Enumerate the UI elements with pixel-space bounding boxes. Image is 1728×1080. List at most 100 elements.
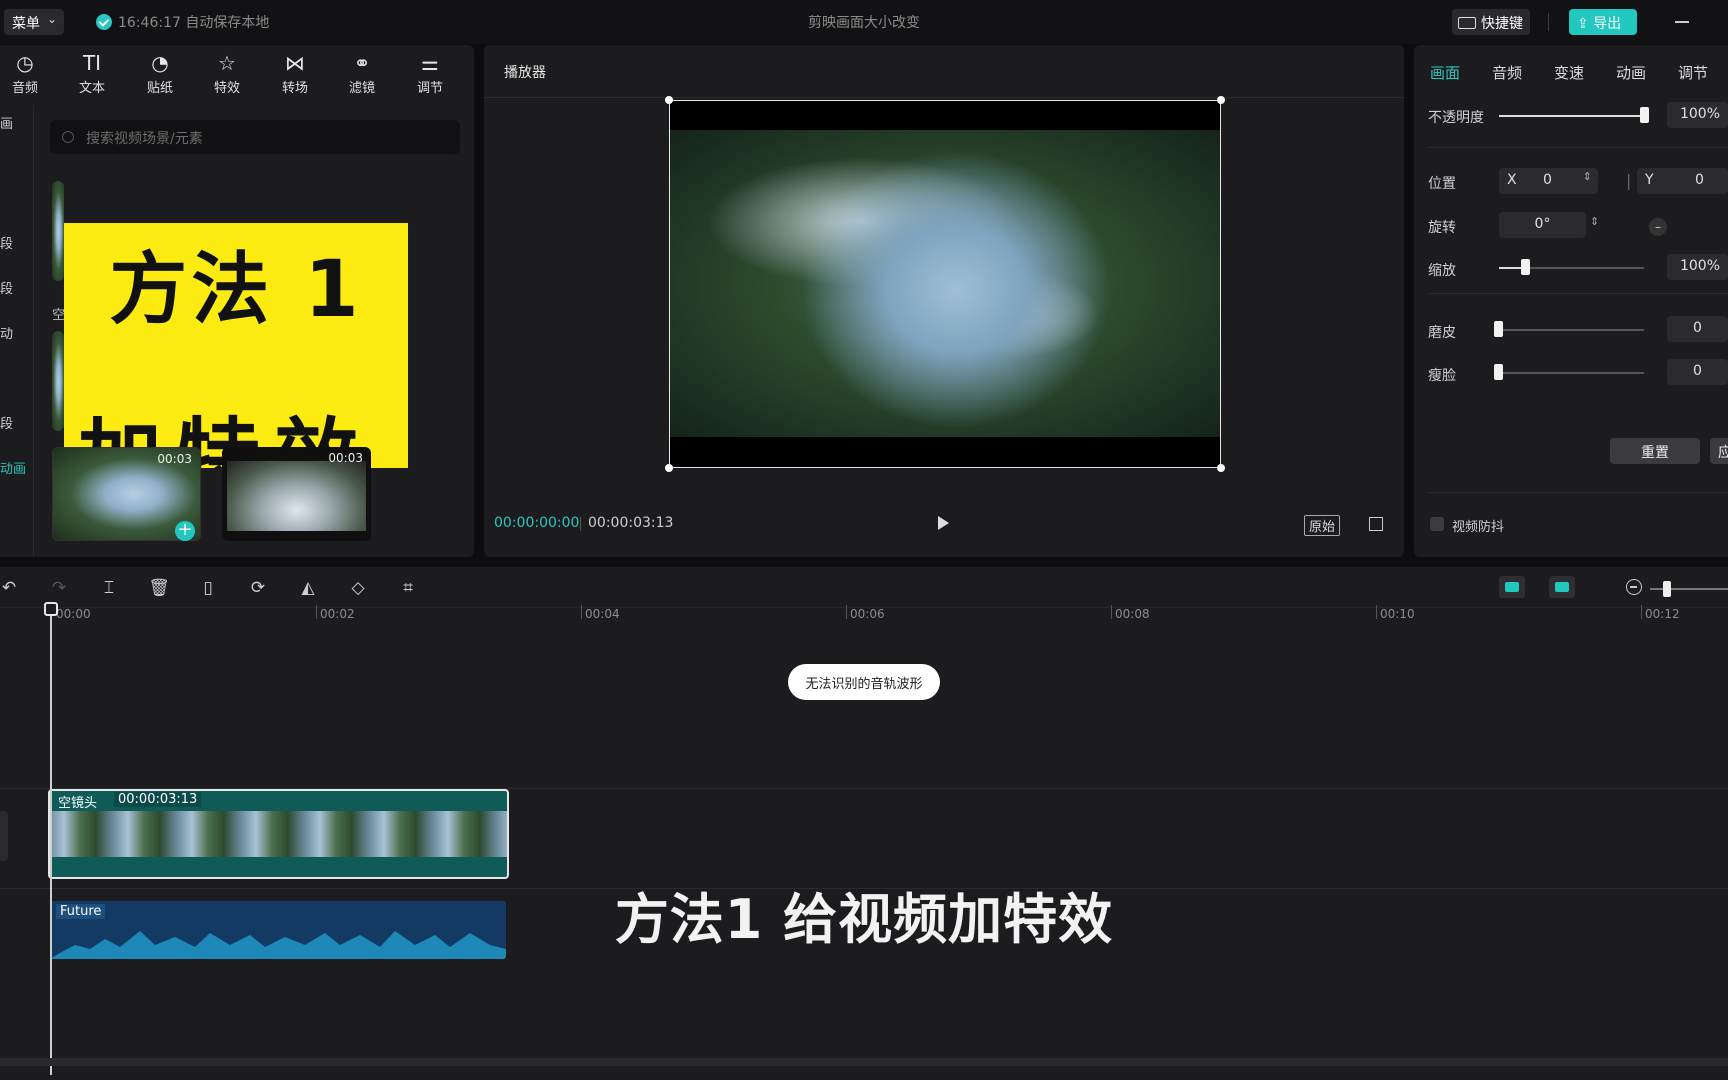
- track-handle[interactable]: [0, 811, 8, 861]
- ruler-label: 00:08: [1115, 607, 1150, 621]
- video-clip-filmstrip: [50, 811, 507, 857]
- resize-handle[interactable]: [665, 96, 673, 104]
- rotation-label: 旋转: [1428, 220, 1456, 236]
- slim-value[interactable]: 0: [1667, 359, 1728, 385]
- tab-adjust[interactable]: 调节: [1678, 62, 1708, 83]
- scale-slider-knob[interactable]: [1521, 259, 1531, 275]
- video-clip-name: 空镜头: [58, 796, 98, 811]
- divider: [484, 97, 1404, 98]
- resize-handle[interactable]: [665, 464, 673, 472]
- mirror-icon[interactable]: ◭: [297, 577, 319, 599]
- zoom-out-icon[interactable]: [1626, 579, 1642, 595]
- playhead-handle[interactable]: [44, 602, 58, 616]
- split-icon[interactable]: ⌶: [98, 577, 120, 599]
- ruler-label: 00:10: [1380, 607, 1415, 621]
- shortcut-button[interactable]: 快捷键: [1452, 9, 1530, 35]
- toolbar-transition[interactable]: ⋈ 转场: [267, 49, 323, 101]
- media-thumb[interactable]: 00:03: [222, 447, 371, 541]
- smooth-slider-knob[interactable]: [1494, 321, 1503, 337]
- stepper-icon[interactable]: ⇕: [1590, 215, 1599, 228]
- minimize-button[interactable]: [1675, 21, 1689, 23]
- playhead[interactable]: [50, 605, 52, 1075]
- video-canvas[interactable]: [669, 100, 1221, 468]
- export-button[interactable]: ⇪ 导出: [1569, 9, 1637, 35]
- x-label: X: [1507, 172, 1517, 188]
- toolbar-effects[interactable]: ☆ 特效: [199, 49, 255, 101]
- rotation-dial-icon[interactable]: –: [1649, 218, 1667, 236]
- left-nav-item[interactable]: 画: [0, 113, 13, 132]
- stepper-icon[interactable]: ⇕: [1583, 170, 1592, 183]
- scale-label: 缩放: [1428, 263, 1456, 279]
- fullscreen-icon[interactable]: [1369, 517, 1383, 531]
- crop-icon[interactable]: ⌗: [397, 577, 419, 599]
- position-x-field[interactable]: X 0 ⇕: [1499, 168, 1598, 194]
- toolbar-filter[interactable]: ⚭ 滤镜: [334, 49, 390, 101]
- resize-handle[interactable]: [1217, 464, 1225, 472]
- slim-slider-knob[interactable]: [1494, 364, 1503, 380]
- original-ratio-button[interactable]: 原始: [1304, 515, 1341, 536]
- sticker-icon: ◔: [151, 51, 169, 75]
- smooth-label: 磨皮: [1428, 325, 1456, 341]
- keyboard-icon: [1458, 17, 1476, 29]
- divider: |: [1626, 171, 1632, 190]
- smooth-value[interactable]: 0: [1667, 316, 1728, 342]
- divider: [1428, 492, 1728, 493]
- divider: [580, 517, 581, 531]
- ruler-tick: [1111, 605, 1112, 619]
- undo-icon[interactable]: ↶: [0, 577, 20, 599]
- toolbar-transition-label: 转场: [281, 81, 308, 96]
- opacity-value[interactable]: 100%: [1667, 102, 1728, 128]
- toolbar-audio[interactable]: ◷ 音频: [0, 49, 53, 101]
- search-icon: [62, 131, 74, 143]
- stabilize-checkbox[interactable]: [1430, 517, 1444, 531]
- audio-icon: ◷: [16, 51, 34, 75]
- export-icon: ⇪: [1577, 16, 1594, 32]
- left-nav-item[interactable]: 段: [0, 278, 13, 297]
- apply-button[interactable]: 应: [1710, 438, 1728, 464]
- media-thumb-partial[interactable]: [52, 181, 64, 281]
- zoom-slider[interactable]: [1650, 588, 1728, 590]
- tab-speed[interactable]: 变速: [1554, 62, 1584, 83]
- opacity-slider[interactable]: [1499, 115, 1644, 117]
- divider: [1428, 147, 1728, 148]
- text-icon: TI: [82, 51, 102, 75]
- tab-animation[interactable]: 动画: [1616, 62, 1646, 83]
- ruler-label: 00:06: [850, 607, 885, 621]
- zoom-slider-knob[interactable]: [1663, 581, 1671, 597]
- toolbar-text[interactable]: TI 文本: [64, 49, 120, 101]
- delete-icon[interactable]: 🗑︎: [148, 577, 170, 599]
- y-value: 0: [1695, 172, 1704, 188]
- video-clip[interactable]: 空镜头 00:00:03:13: [48, 789, 509, 879]
- tab-picture[interactable]: 画面: [1430, 62, 1460, 83]
- left-nav-item-active[interactable]: 动画: [0, 458, 26, 477]
- play-icon[interactable]: [938, 516, 949, 530]
- toolbar-sticker[interactable]: ◔ 贴纸: [132, 49, 188, 101]
- left-nav-item[interactable]: 段: [0, 233, 13, 252]
- left-nav-item[interactable]: 段: [0, 413, 13, 432]
- slim-label: 瘦脸: [1428, 368, 1456, 384]
- horizontal-scrollbar[interactable]: [0, 1058, 1728, 1066]
- resize-handle[interactable]: [1217, 96, 1225, 104]
- tab-audio[interactable]: 音频: [1492, 62, 1522, 83]
- reverse-icon[interactable]: ⟳: [247, 577, 269, 599]
- opacity-slider-knob[interactable]: [1640, 107, 1649, 123]
- toolbar-adjust[interactable]: ⚌ 调节: [402, 49, 458, 101]
- linkage-toggle-icon[interactable]: [1549, 576, 1575, 598]
- redo-icon[interactable]: ↷: [48, 577, 70, 599]
- search-input[interactable]: 搜索视频场景/元素: [50, 120, 460, 154]
- freeze-frame-icon[interactable]: ▯: [197, 577, 219, 599]
- smooth-slider[interactable]: [1499, 329, 1644, 331]
- current-timecode: 00:00:00:00: [494, 515, 580, 531]
- add-to-timeline-button[interactable]: +: [175, 521, 195, 541]
- snap-toggle-icon[interactable]: [1499, 576, 1525, 598]
- scale-value[interactable]: 100%: [1667, 254, 1728, 280]
- rotate-icon[interactable]: ◇: [347, 577, 369, 599]
- reset-button[interactable]: 重置: [1610, 438, 1700, 464]
- rotation-field[interactable]: 0°: [1499, 212, 1586, 238]
- slim-slider[interactable]: [1499, 372, 1644, 374]
- position-y-field[interactable]: Y 0: [1637, 168, 1728, 194]
- left-nav-item[interactable]: 动: [0, 323, 13, 342]
- caption-overlay: 方法1 给视频加特效: [614, 888, 1114, 951]
- filter-icon: ⚭: [353, 51, 371, 75]
- media-thumb-partial[interactable]: [52, 331, 64, 431]
